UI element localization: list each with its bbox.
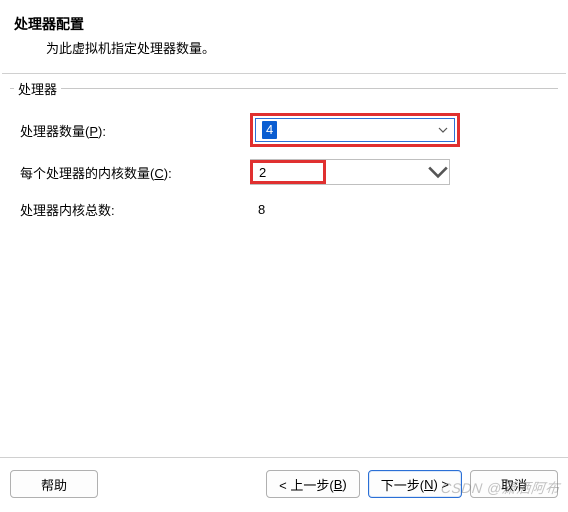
cores-per-processor-select[interactable]: 2: [250, 159, 450, 185]
label-text: 处理器数量(: [20, 124, 89, 139]
header: 处理器配置 为此虚拟机指定处理器数量。: [0, 0, 568, 67]
btn-accel: N: [424, 477, 433, 492]
row-cores-per-processor: 每个处理器的内核数量(C): 2: [10, 153, 558, 191]
page-title: 处理器配置: [14, 14, 554, 34]
label-accel: P: [89, 124, 98, 139]
select-value: 4: [262, 121, 277, 139]
chevron-down-icon: [427, 161, 449, 183]
btn-text: ) >: [433, 477, 449, 492]
processor-count-select[interactable]: 4: [255, 118, 455, 142]
label-text: 每个处理器的内核数量(: [20, 166, 154, 181]
highlight-box: 2: [250, 160, 326, 184]
label-text: ):: [98, 124, 106, 139]
chevron-down-icon: [432, 125, 454, 135]
btn-text: 下一步(: [381, 475, 424, 494]
next-button[interactable]: 下一步(N) >: [368, 470, 462, 498]
group-legend: 处理器: [14, 79, 61, 98]
footer: 帮助 < 上一步(B) 下一步(N) > 取消: [0, 457, 568, 512]
header-divider: [2, 73, 566, 74]
select-value: 2: [259, 165, 266, 180]
label-total-cores: 处理器内核总数:: [20, 200, 250, 219]
label-text: ):: [164, 166, 172, 181]
help-button[interactable]: 帮助: [10, 470, 98, 498]
page-subtitle: 为此虚拟机指定处理器数量。: [14, 38, 554, 57]
total-cores-value: 8: [250, 202, 265, 217]
btn-text: < 上一步(: [279, 475, 334, 494]
label-processor-count: 处理器数量(P):: [20, 121, 250, 140]
processors-group: 处理器 处理器数量(P): 4 每个处理器的内核数量(C): 2: [10, 88, 558, 227]
back-button[interactable]: < 上一步(B): [266, 470, 360, 498]
label-cores-per-processor: 每个处理器的内核数量(C):: [20, 163, 250, 182]
row-total-cores: 处理器内核总数: 8: [10, 191, 558, 227]
btn-accel: B: [334, 477, 343, 492]
btn-text: ): [342, 477, 346, 492]
highlight-box: 4: [250, 113, 460, 147]
cancel-button[interactable]: 取消: [470, 470, 558, 498]
row-processor-count: 处理器数量(P): 4: [10, 107, 558, 153]
label-accel: C: [154, 166, 163, 181]
